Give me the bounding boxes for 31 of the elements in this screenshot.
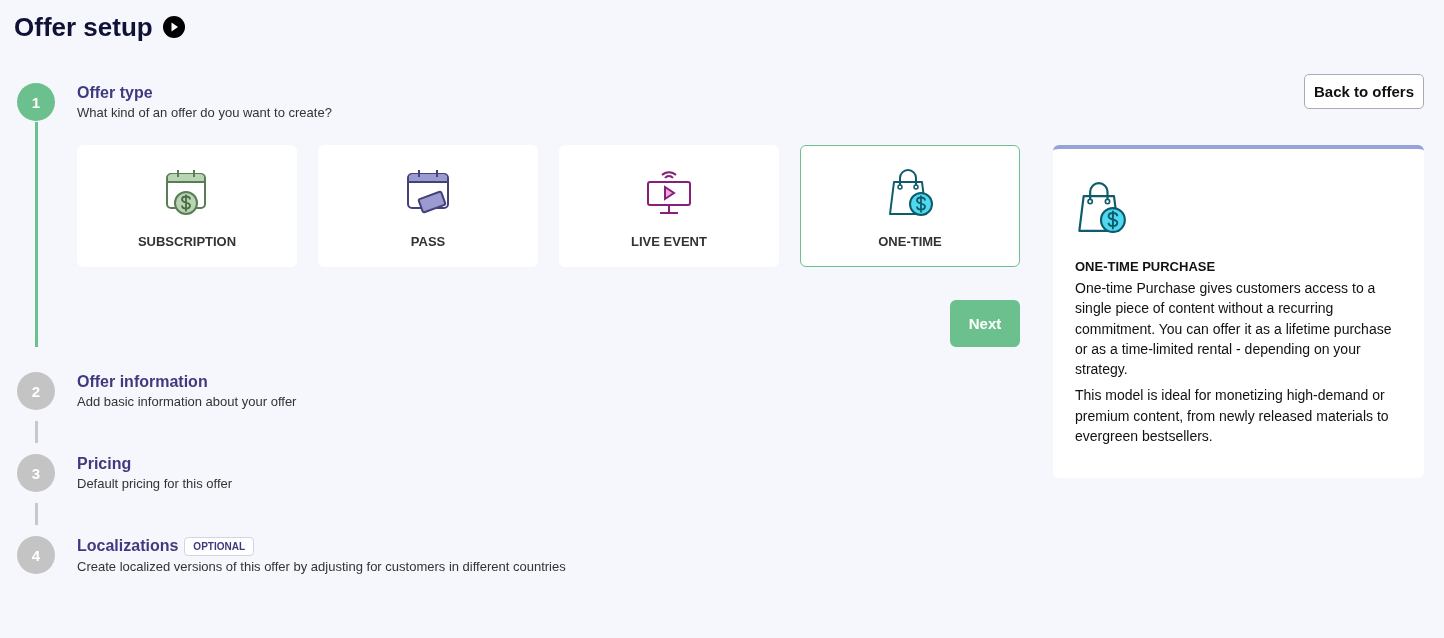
page-title: Offer setup [14,11,153,43]
offer-type-label: LIVE EVENT [631,234,707,249]
step-number: 1 [17,83,55,121]
offer-type-card[interactable]: PASS [318,145,538,267]
step-description: Add basic information about your offer [77,394,297,409]
step-description: What kind of an offer do you want to create? [77,105,332,120]
step-number: 2 [17,372,55,410]
play-icon[interactable] [162,16,185,38]
step-title: Localizations [77,537,179,555]
calendar-ticket-icon [404,168,452,216]
back-to-offers-button[interactable]: Back to offers [1303,74,1424,109]
offer-type-card[interactable]: ONE-TIME [800,145,1020,267]
info-title: ONE-TIME PURCHASE [1075,259,1217,274]
step-title: Offer information [77,373,208,391]
offer-type-label: SUBSCRIPTION [137,234,237,249]
step-description: Default pricing for this offer [77,476,233,491]
info-paragraph: One-time Purchase gives customers access to a single piece of content without a recurring commitment. You can offer it as a lifetime purchase or as a time-limited rental - depending on your strategy. [1075,279,1393,380]
step-description: Create localized versions of this offer by adjusting for customers in different countries [77,558,566,574]
optional-badge: OPTIONAL [184,536,255,556]
step-title: Offer type [77,84,153,102]
offer-type-label: PASS [410,234,446,249]
offer-type-card[interactable]: LIVE EVENT [559,145,779,267]
offer-type-label: ONE-TIME [878,234,942,249]
info-paragraph: This model is ideal for monetizing high-demand or premium content, from newly released materials to evergreen bestsellers. [1075,386,1390,447]
step-title: Pricing [77,455,132,473]
offer-type-card[interactable]: SUBSCRIPTION [77,145,297,267]
step-number: 4 [17,536,55,574]
monitor-play-icon [645,168,693,216]
shopping-bag-dollar-icon [1075,181,1127,233]
shopping-bag-dollar-icon [886,168,934,216]
step-number: 3 [17,454,55,492]
